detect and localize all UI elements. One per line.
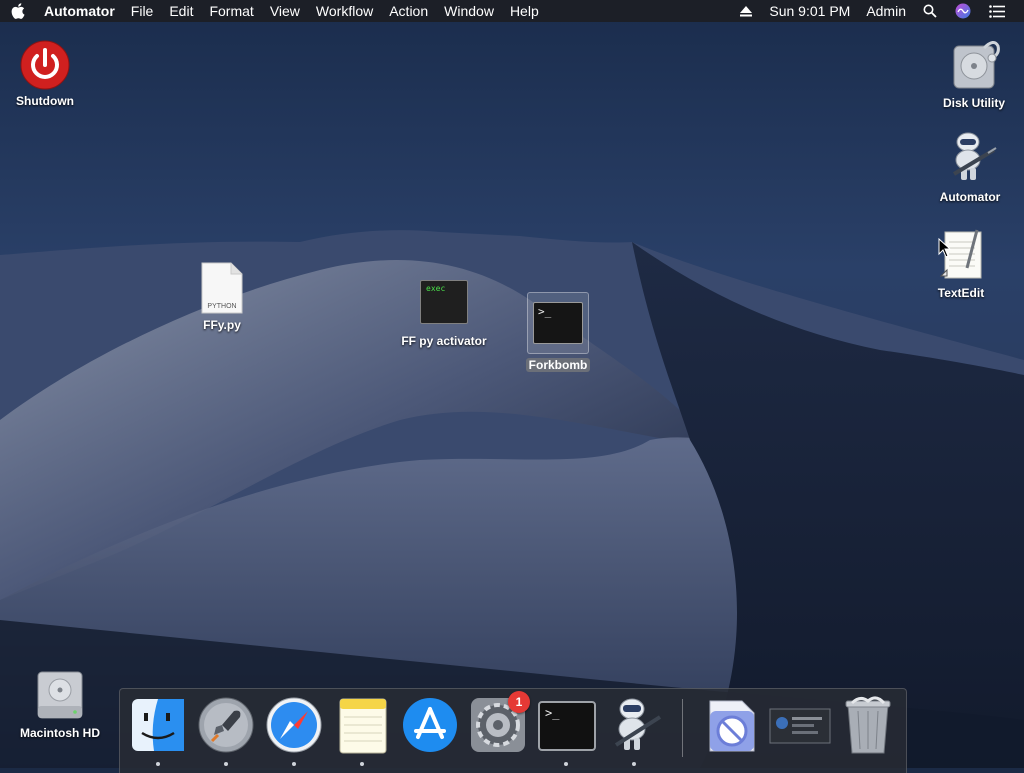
- automator-robot-icon: [942, 130, 998, 186]
- running-indicator: [632, 762, 636, 766]
- desktop-icon-shutdown[interactable]: Shutdown: [10, 40, 80, 108]
- notification-center-icon[interactable]: [980, 4, 1014, 18]
- selection-highlight: >_: [527, 292, 589, 354]
- exec-file-icon: exec: [420, 280, 468, 324]
- spotlight-search-icon[interactable]: [914, 4, 946, 18]
- desktop-icon-ff-py-activator[interactable]: exec FF py activator: [394, 280, 494, 348]
- desktop-icon-label: TextEdit: [937, 286, 985, 300]
- notes-icon: [339, 698, 387, 754]
- screen-thumbnail-icon: [769, 708, 831, 744]
- menu-view[interactable]: View: [262, 0, 308, 22]
- desktop-icon-label: Shutdown: [16, 94, 74, 108]
- menu-window[interactable]: Window: [436, 0, 502, 22]
- python-file-icon: PYTHON: [201, 262, 243, 314]
- automator-icon: [614, 698, 662, 750]
- disk-utility-icon: [946, 36, 1002, 92]
- menu-help[interactable]: Help: [502, 0, 547, 22]
- apple-icon[interactable]: [0, 3, 36, 19]
- desktop-icon-macintosh-hd[interactable]: Macintosh HD: [14, 668, 106, 740]
- menu-format[interactable]: Format: [201, 0, 261, 22]
- finder-icon: [132, 699, 184, 751]
- menu-clock[interactable]: Sun 9:01 PM: [761, 0, 858, 22]
- menu-user[interactable]: Admin: [858, 0, 914, 22]
- power-icon: [20, 40, 70, 90]
- desktop-icon-label: Forkbomb: [525, 358, 591, 372]
- preview-document-icon: [709, 700, 755, 752]
- menu-workflow[interactable]: Workflow: [308, 0, 381, 22]
- terminal-icon: >_: [538, 701, 596, 751]
- dock-automator[interactable]: [604, 695, 664, 755]
- terminal-script-icon: >_: [533, 302, 583, 344]
- dock-system-preferences[interactable]: 1: [468, 691, 530, 755]
- file-type-badge: exec: [426, 284, 446, 293]
- running-indicator: [360, 762, 364, 766]
- dock-separator: [682, 699, 683, 757]
- running-indicator: [224, 762, 228, 766]
- siri-icon[interactable]: [946, 3, 980, 19]
- desktop-icon-automator[interactable]: Automator: [932, 130, 1008, 204]
- trash-icon: [845, 696, 891, 754]
- desktop-icon-label: FFy.py: [203, 318, 241, 332]
- dock-terminal[interactable]: >_: [536, 695, 596, 755]
- desktop-icon-label: Disk Utility: [942, 96, 1005, 110]
- dock-launchpad[interactable]: [196, 695, 256, 755]
- dock-notes[interactable]: [332, 695, 392, 755]
- dock-safari[interactable]: [264, 695, 324, 755]
- app-store-icon: [403, 698, 457, 752]
- menu-action[interactable]: Action: [381, 0, 436, 22]
- dock-screen-thumbnail[interactable]: [768, 695, 832, 755]
- dock-app-store[interactable]: [400, 695, 460, 755]
- menu-app-name[interactable]: Automator: [36, 0, 123, 22]
- notification-badge: 1: [508, 691, 530, 713]
- desktop-icon-forkbomb[interactable]: >_ Forkbomb: [522, 292, 594, 372]
- running-indicator: [292, 762, 296, 766]
- dock: 1 >_: [119, 688, 907, 773]
- menu-file[interactable]: File: [123, 0, 162, 22]
- running-indicator: [564, 762, 568, 766]
- dock-trash[interactable]: [838, 695, 898, 755]
- desktop-wallpaper: [0, 0, 1024, 768]
- running-indicator: [156, 762, 160, 766]
- file-type-badge: PYTHON: [207, 303, 237, 310]
- desktop-icon-ffy-py[interactable]: PYTHON FFy.py: [190, 262, 254, 332]
- desktop-icon-disk-utility[interactable]: Disk Utility: [934, 36, 1014, 110]
- desktop-icon-label: Macintosh HD: [19, 726, 100, 740]
- dock-preview-document[interactable]: [702, 695, 762, 755]
- hard-drive-icon: [35, 668, 85, 722]
- desktop-icon-label: Automator: [939, 190, 1001, 204]
- desktop-icon-label: FF py activator: [401, 334, 487, 348]
- dock-finder[interactable]: [128, 695, 188, 755]
- mouse-cursor-icon: [938, 238, 952, 258]
- menu-edit[interactable]: Edit: [161, 0, 201, 22]
- desktop-icon-textedit[interactable]: TextEdit: [926, 228, 996, 300]
- launchpad-icon: [198, 697, 254, 753]
- menu-bar: Automator File Edit Format View Workflow…: [0, 0, 1024, 22]
- safari-icon: [266, 697, 322, 753]
- eject-icon[interactable]: [731, 5, 761, 17]
